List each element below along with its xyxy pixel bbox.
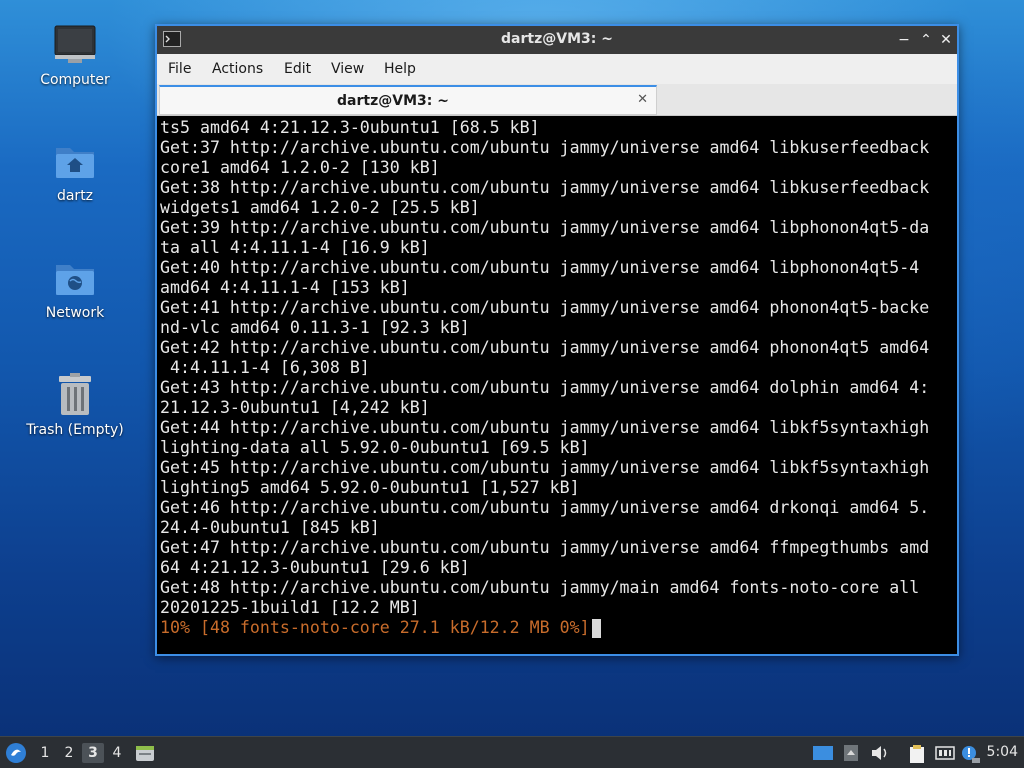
clipboard-icon[interactable] (907, 744, 927, 764)
clock[interactable]: 5:04 (987, 744, 1018, 760)
terminal-line: 21.12.3-0ubuntu1 [4,242 kB] (160, 398, 430, 417)
maximize-button[interactable]: ⌃ (917, 31, 935, 49)
terminal-line: Get:39 http://archive.ubuntu.com/ubuntu … (160, 218, 930, 237)
terminal-cursor (592, 619, 601, 638)
terminal-line: amd64 4:4.11.1-4 [153 kB] (160, 278, 410, 297)
menu-file[interactable]: File (168, 61, 191, 77)
terminal-line: 24.4-0ubuntu1 [845 kB] (160, 518, 380, 537)
terminal-line: Get:48 http://archive.ubuntu.com/ubuntu … (160, 578, 920, 597)
terminal-line: Get:45 http://archive.ubuntu.com/ubuntu … (160, 458, 930, 477)
minimize-button[interactable]: − (895, 31, 913, 49)
show-desktop-icon[interactable] (843, 744, 859, 762)
taskbar: 1 2 3 4 5:04 (0, 736, 1024, 768)
terminal-line: Get:43 http://archive.ubuntu.com/ubuntu … (160, 378, 930, 397)
home-folder-icon (56, 148, 94, 178)
desktop-icon[interactable] (812, 744, 834, 762)
terminal-output[interactable]: ts5 amd64 4:21.12.3-0ubuntu1 [68.5 kB] G… (157, 116, 957, 654)
volume-icon[interactable] (870, 744, 890, 762)
terminal-line: Get:38 http://archive.ubuntu.com/ubuntu … (160, 178, 930, 197)
window-titlebar[interactable]: dartz@VM3: ~ − ⌃ ✕ (157, 26, 957, 54)
terminal-line: 64 4:21.12.3-0ubuntu1 [29.6 kB] (160, 558, 470, 577)
tab-close-button[interactable]: ✕ (637, 92, 648, 107)
terminal-line: lighting5 amd64 5.92.0-0ubuntu1 [1,527 k… (160, 478, 580, 497)
workspace-2[interactable]: 2 (58, 743, 80, 763)
terminal-line: ta all 4:4.11.1-4 [16.9 kB] (160, 238, 430, 257)
terminal-line: 4:4.11.1-4 [6,308 B] (160, 358, 370, 377)
window-title: dartz@VM3: ~ (501, 31, 613, 47)
terminal-progress-line: 10% [48 fonts-noto-core 27.1 kB/12.2 MB … (160, 618, 590, 637)
desktop: Computer dartz Network Trash (Empty) dar… (0, 0, 1024, 768)
menu-bar: File Actions Edit View Help (157, 54, 957, 84)
desktop-icon-trash[interactable]: Trash (Empty) (20, 372, 130, 438)
terminal-line: core1 amd64 1.2.0-2 [130 kB] (160, 158, 440, 177)
desktop-icon-label: Network (45, 305, 105, 321)
desktop-icon-computer[interactable]: Computer (20, 22, 130, 88)
terminal-line: nd-vlc amd64 0.11.3-1 [92.3 kB] (160, 318, 470, 337)
terminal-line: Get:46 http://archive.ubuntu.com/ubuntu … (160, 498, 930, 517)
terminal-line: Get:41 http://archive.ubuntu.com/ubuntu … (160, 298, 930, 317)
terminal-line: Get:37 http://archive.ubuntu.com/ubuntu … (160, 138, 930, 157)
tab-label: dartz@VM3: ~ (337, 93, 449, 109)
workspace-3[interactable]: 3 (82, 743, 104, 763)
computer-icon (54, 25, 96, 63)
terminal-line: Get:42 http://archive.ubuntu.com/ubuntu … (160, 338, 930, 357)
desktop-icon-home[interactable]: dartz (20, 140, 130, 204)
terminal-line: Get:47 http://archive.ubuntu.com/ubuntu … (160, 538, 930, 557)
desktop-icon-label: Computer (40, 72, 110, 88)
menu-edit[interactable]: Edit (284, 61, 311, 77)
menu-help[interactable]: Help (384, 61, 416, 77)
menu-view[interactable]: View (331, 61, 364, 77)
desktop-icon-label: Trash (Empty) (26, 422, 124, 438)
tab-terminal[interactable]: dartz@VM3: ~ ✕ (159, 85, 657, 115)
tab-bar: dartz@VM3: ~ ✕ (157, 84, 957, 116)
workspace-4[interactable]: 4 (106, 743, 128, 763)
network-folder-icon (56, 265, 94, 295)
terminal-line: widgets1 amd64 1.2.0-2 [25.5 kB] (160, 198, 480, 217)
terminal-line: 20201225-1build1 [12.2 MB] (160, 598, 420, 617)
trash-icon (59, 373, 91, 415)
desktop-icon-network[interactable]: Network (20, 257, 130, 321)
terminal-line: Get:40 http://archive.ubuntu.com/ubuntu … (160, 258, 920, 277)
file-manager-icon[interactable] (134, 742, 156, 764)
menu-actions[interactable]: Actions (212, 61, 263, 77)
terminal-line: Get:44 http://archive.ubuntu.com/ubuntu … (160, 418, 930, 437)
workspace-1[interactable]: 1 (34, 743, 56, 763)
desktop-icon-label: dartz (56, 188, 94, 204)
close-button[interactable]: ✕ (937, 31, 955, 49)
terminal-line: ts5 amd64 4:21.12.3-0ubuntu1 [68.5 kB] (160, 118, 540, 137)
terminal-line: lighting-data all 5.92.0-0ubuntu1 [69.5 … (160, 438, 590, 457)
update-notifier-icon[interactable] (961, 744, 981, 764)
main-menu-icon[interactable] (5, 742, 27, 764)
terminal-window[interactable]: dartz@VM3: ~ − ⌃ ✕ File Actions Edit Vie… (155, 24, 959, 656)
network-monitor-icon[interactable] (934, 744, 956, 762)
